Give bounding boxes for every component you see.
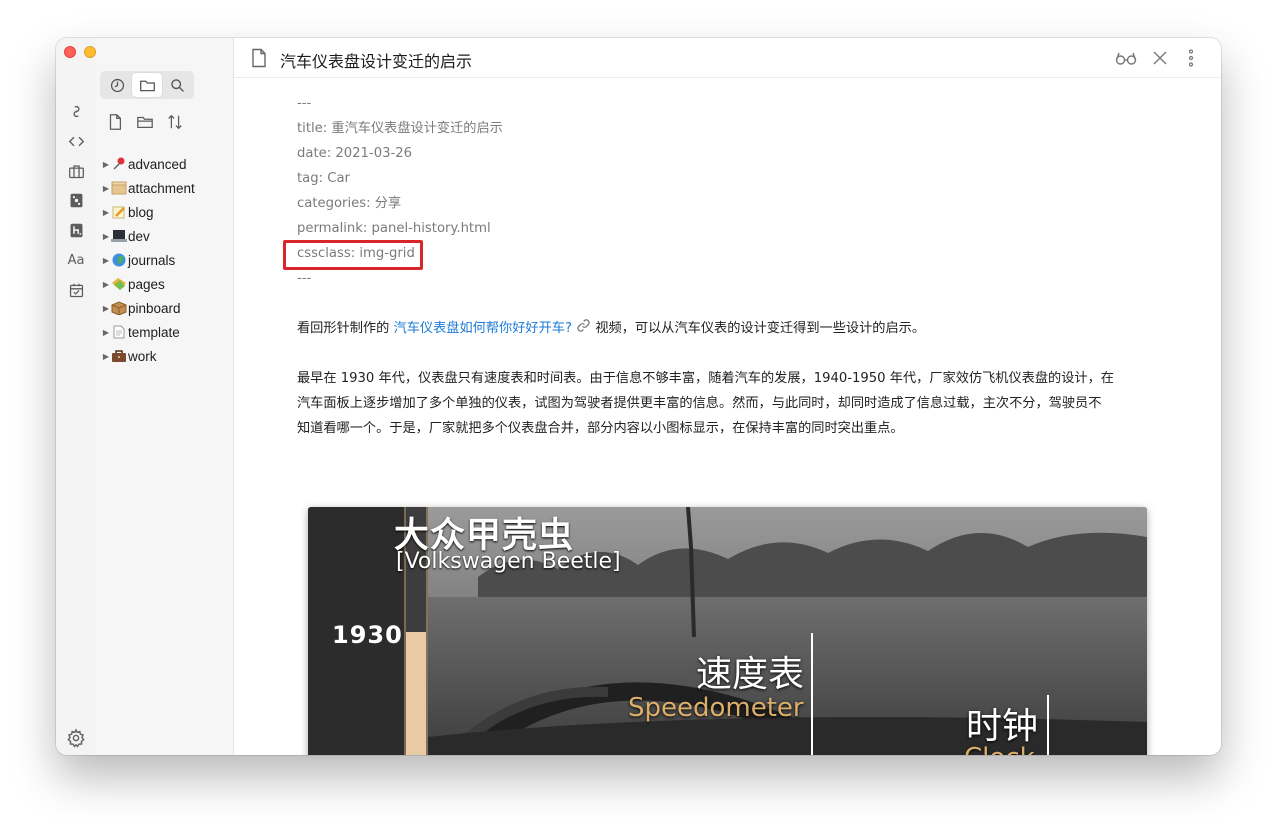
clock-label-en: Clock: [964, 743, 1035, 755]
memo-icon: [111, 205, 127, 219]
close-tab-button[interactable]: [1150, 48, 1170, 68]
heading-icon[interactable]: [65, 219, 87, 241]
file-explorer-tab[interactable]: [132, 73, 162, 97]
folder-attachment[interactable]: ▶ attachment: [100, 176, 232, 200]
chevron-right-icon: ▶: [102, 303, 110, 313]
speedometer-label-en: Speedometer: [628, 693, 804, 723]
caption-english: [Volkswagen Beetle]: [396, 549, 621, 574]
folder-advanced[interactable]: ▶ advanced: [100, 152, 232, 176]
speedometer-marker: [811, 633, 813, 755]
frontmatter-block: --- title: 重汽车仪表盘设计变迁的启示 date: 2021-03-2…: [297, 91, 1157, 291]
chevron-right-icon: ▶: [102, 327, 110, 337]
editor-titlebar: 汽车仪表盘设计变迁的启示: [234, 38, 1221, 78]
chevron-right-icon: ▶: [102, 279, 110, 289]
video-link[interactable]: 汽车仪表盘如何帮你好好开车?: [394, 321, 572, 336]
search-tab[interactable]: [162, 73, 192, 97]
embedded-image[interactable]: 大众甲壳虫 [Volkswagen Beetle] 1930 速度表 Speed…: [308, 507, 1147, 755]
chevron-right-icon: ▶: [102, 183, 110, 193]
tag-icon: [111, 277, 127, 291]
frontmatter-line: permalink: panel-history.html: [297, 221, 491, 236]
frontmatter-line: date: 2021-03-26: [297, 146, 413, 161]
close-icon: [1153, 51, 1167, 65]
gear-icon[interactable]: [66, 728, 86, 748]
sort-button[interactable]: [164, 111, 186, 133]
app-window: Aa ▶ advanced ▶ attachment ▶ blog ▶ dev …: [56, 38, 1221, 755]
explorer-tab-bar: [100, 71, 194, 99]
file-explorer-pane: ▶ advanced ▶ attachment ▶ blog ▶ dev ▶ j…: [96, 38, 234, 755]
folder-journals[interactable]: ▶ journals: [100, 248, 232, 272]
code-icon[interactable]: [65, 130, 87, 152]
explorer-actions: [104, 111, 186, 133]
page-icon: [111, 325, 127, 339]
folder-tree: ▶ advanced ▶ attachment ▶ blog ▶ dev ▶ j…: [100, 152, 232, 368]
calendar-icon[interactable]: [65, 279, 87, 301]
chevron-right-icon: ▶: [102, 351, 110, 361]
left-ribbon: Aa: [56, 38, 116, 755]
paragraph-line: 知道看哪一个。于是，厂家就把多个仪表盘合并，部分内容以小图标显示，在保持丰富的同…: [297, 421, 904, 436]
speedometer-label-cn: 速度表: [696, 654, 805, 695]
document-content[interactable]: --- title: 重汽车仪表盘设计变迁的启示 date: 2021-03-2…: [283, 91, 1157, 441]
folder-template[interactable]: ▶ template: [100, 320, 232, 344]
reading-view-button[interactable]: [1115, 48, 1137, 68]
search-icon: [170, 78, 184, 92]
folder-dev[interactable]: ▶ dev: [100, 224, 232, 248]
reading-glasses-icon: [1115, 52, 1137, 65]
close-window-button[interactable]: [64, 46, 76, 58]
new-folder-icon: [137, 116, 153, 129]
frontmatter-line: categories: 分享: [297, 196, 402, 211]
paragraph-line: 最早在 1930 年代，仪表盘只有速度表和时间表。由于信息不够丰富，随着汽车的发…: [297, 371, 1114, 386]
frontmatter-line: ---: [297, 271, 312, 286]
more-options-button[interactable]: [1185, 48, 1197, 68]
paragraph-history: 最早在 1930 年代，仪表盘只有速度表和时间表。由于信息不够丰富，随着汽车的发…: [297, 366, 1157, 441]
clock-marker: [1047, 695, 1049, 755]
document-title: 汽车仪表盘设计变迁的启示: [280, 52, 473, 71]
folder-blog[interactable]: ▶ blog: [100, 200, 232, 224]
chevron-right-icon: ▶: [102, 231, 110, 241]
frontmatter-line: tag: Car: [297, 171, 350, 186]
clock-icon: [110, 78, 124, 92]
chevron-right-icon: ▶: [102, 207, 110, 217]
folder-pinboard[interactable]: ▶ pinboard: [100, 296, 232, 320]
briefcase-icon[interactable]: [65, 160, 87, 182]
paragraph-line: 汽车面板上逐步增加了多个单独的仪表，试图为驾驶者提供更丰富的信息。然而，与此同时…: [297, 396, 1102, 411]
package-icon: [111, 301, 127, 316]
editor-pane: 汽车仪表盘设计变迁的启示 --- title: 重汽车仪表盘设计变迁的启示 da…: [234, 38, 1221, 755]
frontmatter-line: title: 重汽车仪表盘设计变迁的启示: [297, 121, 503, 136]
link-icon[interactable]: [65, 100, 87, 122]
globe-icon: [111, 253, 127, 267]
folder-icon: [139, 80, 155, 91]
pushpin-icon: [111, 157, 127, 171]
folder-work[interactable]: ▶ work: [100, 344, 232, 368]
folder-pages[interactable]: ▶ pages: [100, 272, 232, 296]
new-note-button[interactable]: [104, 111, 126, 133]
paragraph-intro: 看回形针制作的 汽车仪表盘如何帮你好好开车? 视频，可以从汽车仪表的设计变迁得到…: [297, 319, 926, 336]
minimize-window-button[interactable]: [84, 46, 96, 58]
year-label: 1930: [332, 621, 403, 649]
clock-label-cn: 时钟: [966, 706, 1039, 747]
frontmatter-line: cssclass: img-grid: [297, 246, 415, 261]
new-folder-button[interactable]: [134, 111, 156, 133]
new-note-icon: [109, 114, 122, 130]
font-icon[interactable]: Aa: [65, 249, 87, 271]
link-icon: [576, 319, 591, 336]
document-icon: [250, 48, 268, 68]
sort-icon: [168, 114, 182, 130]
more-options-icon: [1188, 49, 1194, 67]
recent-files-tab[interactable]: [102, 73, 132, 97]
chevron-right-icon: ▶: [102, 255, 110, 265]
frontmatter-line: ---: [297, 96, 312, 111]
box-icon: [111, 181, 127, 195]
briefcase-icon: [111, 349, 127, 363]
laptop-icon: [111, 229, 127, 243]
chevron-right-icon: ▶: [102, 159, 110, 169]
dice-icon[interactable]: [65, 189, 87, 211]
